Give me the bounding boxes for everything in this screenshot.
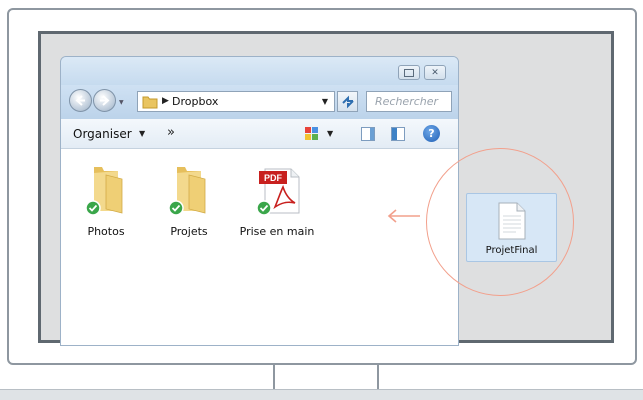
close-icon: ✕ bbox=[431, 67, 439, 78]
address-bar[interactable]: ▶ Dropbox ▼ bbox=[137, 91, 335, 112]
more-commands-button[interactable]: » bbox=[167, 125, 175, 140]
help-icon[interactable]: ? bbox=[423, 125, 440, 142]
item-label: Prise en main bbox=[239, 225, 315, 238]
pdf-badge: PDF bbox=[264, 173, 283, 183]
maximize-button[interactable] bbox=[398, 65, 420, 80]
explorer-window: ✕ ▼ ▶ Dropbox ▼ Rechercher Organiser ▼ »… bbox=[60, 56, 459, 346]
preview-pane-icon[interactable] bbox=[361, 127, 375, 141]
desktop-file[interactable]: ProjetFinal bbox=[466, 193, 557, 262]
pdf-synced-icon: PDF bbox=[256, 168, 300, 216]
chevron-down-icon[interactable]: ▼ bbox=[327, 129, 333, 138]
breadcrumb-separator: ▶ bbox=[162, 96, 169, 106]
details-pane-icon[interactable] bbox=[391, 127, 405, 141]
desktop-file-label: ProjetFinal bbox=[485, 245, 538, 256]
command-bar: Organiser ▼ » ▼ ? bbox=[61, 119, 458, 149]
folder-synced-icon bbox=[85, 167, 123, 216]
recent-pages-dropdown[interactable]: ▼ bbox=[119, 99, 124, 106]
arrow-right-icon bbox=[100, 95, 110, 106]
file-list: Photos Projets PDF Prise en main bbox=[61, 149, 458, 345]
search-input[interactable]: Rechercher bbox=[366, 91, 452, 112]
item-label: Photos bbox=[87, 225, 125, 238]
close-button[interactable]: ✕ bbox=[424, 65, 446, 80]
item-label: Projets bbox=[170, 225, 208, 238]
search-placeholder: Rechercher bbox=[375, 95, 439, 108]
back-button[interactable] bbox=[69, 89, 92, 112]
refresh-icon bbox=[342, 95, 354, 109]
chevron-down-icon[interactable]: ▼ bbox=[139, 129, 145, 138]
breadcrumb-location[interactable]: Dropbox bbox=[172, 95, 218, 108]
chevron-down-icon[interactable]: ▼ bbox=[322, 97, 328, 106]
folder-synced-icon bbox=[168, 167, 206, 216]
arrow-left-icon bbox=[387, 209, 420, 223]
refresh-button[interactable] bbox=[337, 91, 358, 112]
desk-surface bbox=[0, 390, 643, 400]
navigation-bar: ▼ ▶ Dropbox ▼ Rechercher bbox=[61, 85, 458, 119]
forward-button[interactable] bbox=[93, 89, 116, 112]
folder-icon bbox=[142, 96, 158, 109]
document-icon bbox=[498, 202, 526, 240]
change-view-icon[interactable] bbox=[305, 127, 319, 141]
title-bar: ✕ bbox=[61, 57, 458, 85]
arrow-left-icon bbox=[75, 95, 85, 106]
maximize-icon bbox=[404, 68, 414, 77]
organize-menu-button[interactable]: Organiser bbox=[73, 127, 132, 141]
